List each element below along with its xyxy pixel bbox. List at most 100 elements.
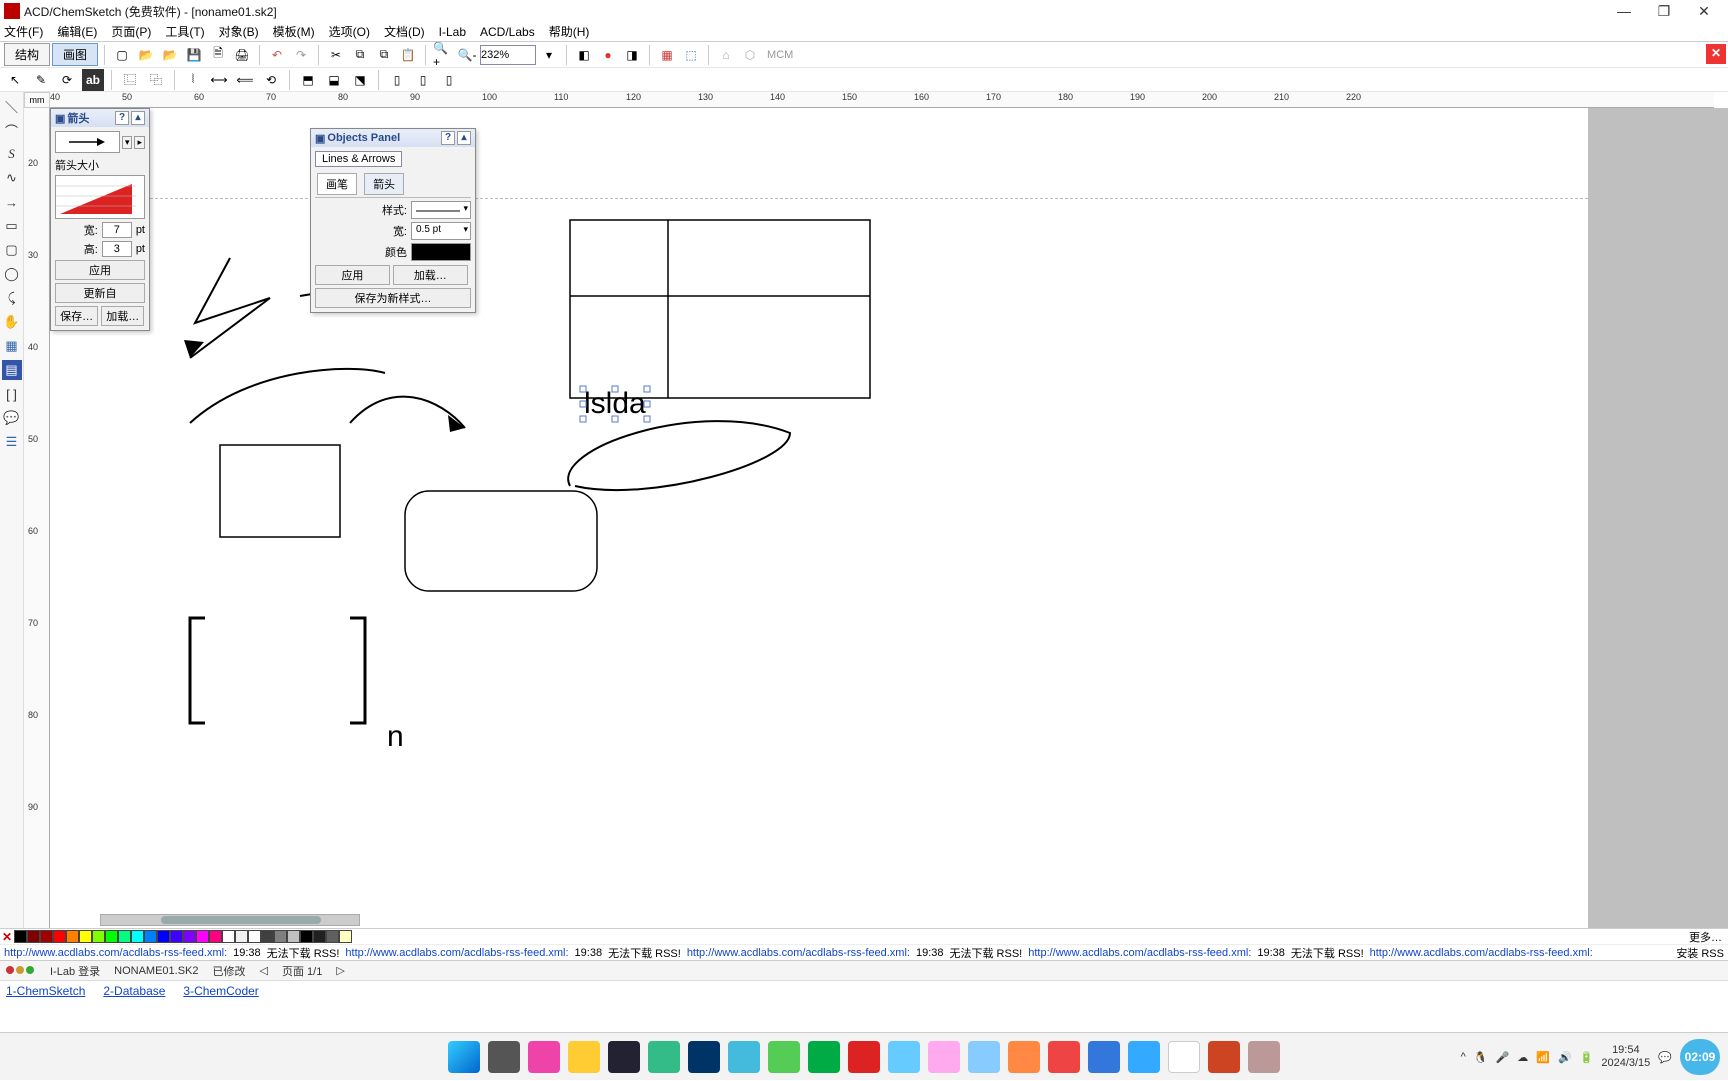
pen-color-select[interactable]	[411, 243, 471, 261]
objects-apply-button[interactable]: 应用	[315, 265, 390, 285]
cut-icon[interactable]: ✂	[325, 44, 347, 66]
tab-pen[interactable]: 画笔	[317, 173, 357, 195]
objects-panel[interactable]: ▣ Objects Panel ? ▴ Lines & Arrows 画笔 箭头…	[310, 128, 476, 313]
distribute1-icon[interactable]: ▯	[386, 69, 408, 91]
arrow-tool-icon[interactable]: →	[2, 192, 22, 212]
color-swatch[interactable]	[79, 930, 92, 943]
menu-acdlabs[interactable]: ACD/Labs	[480, 25, 535, 39]
rotate-tool-icon[interactable]: ⟳	[56, 69, 78, 91]
rss-link-1[interactable]: http://www.acdlabs.com/acdlabs-rss-feed.…	[4, 947, 227, 959]
maximize-button[interactable]: ❐	[1644, 1, 1684, 21]
color-swatch[interactable]	[157, 930, 170, 943]
rss-link-5[interactable]: http://www.acdlabs.com/acdlabs-rss-feed.…	[1370, 947, 1593, 959]
app-icon-11[interactable]	[1048, 1041, 1080, 1073]
arrow-width-input[interactable]	[102, 222, 132, 238]
menu-help[interactable]: 帮助(H)	[549, 23, 590, 40]
scrollbar-thumb[interactable]	[161, 916, 321, 924]
menu-tools[interactable]: 工具(T)	[165, 23, 204, 40]
color-swatch[interactable]	[313, 930, 326, 943]
toggle3-icon[interactable]: ◨	[621, 44, 643, 66]
powerpoint-icon[interactable]	[1208, 1041, 1240, 1073]
open-icon[interactable]: 📂	[135, 44, 157, 66]
acd-taskbar-icon[interactable]	[1248, 1041, 1280, 1073]
toggle2-icon[interactable]: ●	[597, 44, 619, 66]
color-swatch[interactable]	[287, 930, 300, 943]
bracket-subscript[interactable]: n	[387, 720, 404, 753]
rect-tool-icon[interactable]: ▭	[2, 216, 22, 236]
wave-tool-icon[interactable]: ∿	[2, 168, 22, 188]
arrow-style-dropdown-icon[interactable]: ▾	[122, 136, 133, 149]
line-tool-icon[interactable]: ＼	[2, 96, 22, 116]
arrow-style-next-icon[interactable]: ▸	[134, 136, 145, 149]
tray-wifi-icon[interactable]: 📶	[1536, 1051, 1550, 1064]
color-swatch[interactable]	[66, 930, 79, 943]
color-swatch[interactable]	[261, 930, 274, 943]
objects-panel-title[interactable]: ▣ Objects Panel ? ▴	[311, 129, 475, 147]
app-icon-3[interactable]	[648, 1041, 680, 1073]
start-icon[interactable]	[448, 1041, 480, 1073]
paste-icon[interactable]: 📋	[397, 44, 419, 66]
arrow-panel-title[interactable]: ▣ 箭头 ? ▴	[51, 109, 149, 127]
menu-template[interactable]: 模板(M)	[273, 23, 315, 40]
menu-options[interactable]: 选项(O)	[329, 23, 370, 40]
color-swatch[interactable]	[40, 930, 53, 943]
rss-link-4[interactable]: http://www.acdlabs.com/acdlabs-rss-feed.…	[1028, 947, 1251, 959]
group-icon[interactable]: ⿺	[119, 69, 141, 91]
status-prev-icon[interactable]: ◁	[260, 964, 268, 977]
redo-icon[interactable]: ↷	[290, 44, 312, 66]
tray-notification-icon[interactable]: 💬	[1658, 1051, 1672, 1064]
undo-icon[interactable]: ↶	[266, 44, 288, 66]
app-icon-12[interactable]	[1088, 1041, 1120, 1073]
curve-1[interactable]	[190, 369, 385, 423]
distribute2-icon[interactable]: ▯	[412, 69, 434, 91]
copy-icon[interactable]: ⧉	[349, 44, 371, 66]
drawn-table[interactable]	[570, 220, 870, 398]
curve-tool-icon[interactable]: ⤹	[2, 288, 22, 308]
arrow-height-input[interactable]	[102, 241, 132, 257]
color-swatch[interactable]	[300, 930, 313, 943]
app-icon-7[interactable]	[888, 1041, 920, 1073]
curve-arrow[interactable]	[350, 397, 465, 428]
arrow-update-button[interactable]: 更新自	[55, 283, 145, 303]
menu-file[interactable]: 文件(F)	[4, 23, 43, 40]
tab-arrow[interactable]: 箭头	[364, 173, 404, 195]
style-select[interactable]	[411, 201, 471, 219]
color-swatch[interactable]	[118, 930, 131, 943]
distribute3-icon[interactable]: ▯	[438, 69, 460, 91]
copy2-icon[interactable]: ⧉	[373, 44, 395, 66]
app-icon-13[interactable]	[1128, 1041, 1160, 1073]
align-left-icon[interactable]: ⬒	[297, 69, 319, 91]
menu-ilab[interactable]: I-Lab	[439, 25, 466, 39]
app-icon-1[interactable]	[528, 1041, 560, 1073]
print-preview-icon[interactable]: 🗎	[207, 44, 229, 66]
install-rss-link[interactable]: 安装 RSS	[1676, 945, 1724, 961]
zoom-dropdown-icon[interactable]: ▾	[538, 44, 560, 66]
color-swatch[interactable]	[196, 930, 209, 943]
tray-date[interactable]: 2024/3/15	[1601, 1057, 1650, 1070]
color-swatch[interactable]	[92, 930, 105, 943]
app-icon-2[interactable]	[608, 1041, 640, 1073]
minimize-button[interactable]: —	[1604, 1, 1644, 21]
color-swatch[interactable]	[274, 930, 287, 943]
bracket-tool-icon[interactable]: [ ]	[2, 384, 22, 404]
align-right-icon[interactable]: ⬔	[349, 69, 371, 91]
print-icon[interactable]: 🖨	[231, 44, 253, 66]
no-color-icon[interactable]: ✕	[0, 930, 14, 944]
drawn-roundrect[interactable]	[405, 491, 597, 591]
grid-tool-icon[interactable]: ▤	[2, 360, 22, 380]
menu-document[interactable]: 文档(D)	[384, 23, 425, 40]
tray-mic-icon[interactable]: 🎤	[1496, 1051, 1510, 1064]
status-next-icon[interactable]: ▷	[336, 964, 344, 977]
fill-tool-icon[interactable]: ✋	[2, 312, 22, 332]
color-swatch[interactable]	[339, 930, 352, 943]
drawn-rect[interactable]	[220, 445, 340, 537]
arrow-save-button[interactable]: 保存…	[55, 306, 98, 326]
arrow-style-preview[interactable]	[55, 131, 120, 153]
layers-tool-icon[interactable]: ☰	[2, 432, 22, 452]
text-tool-icon[interactable]: ab	[82, 69, 104, 91]
explorer-icon[interactable]	[568, 1041, 600, 1073]
objects-saveas-button[interactable]: 保存为新样式…	[315, 288, 471, 308]
app-icon-5[interactable]	[768, 1041, 800, 1073]
flip-h-icon[interactable]: ⟷	[208, 69, 230, 91]
lines-arrows-button[interactable]: Lines & Arrows	[315, 151, 402, 167]
